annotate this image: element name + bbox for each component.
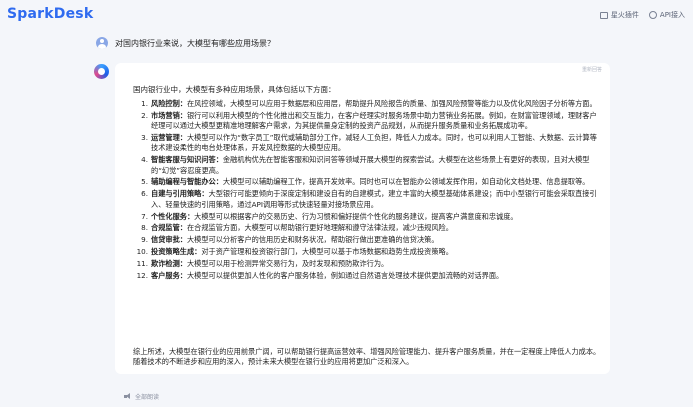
list-item: 4. 智能客服与知识问答：金融机构优先在智能客服和知识问答等领域开展大模型的探索尝… <box>133 155 601 176</box>
answer-intro: 国内银行业中，大模型有多种应用场景，具体包括以下方面： <box>133 85 336 94</box>
list-item: 2. 市场营销：银行可以利用大模型的个性化推出和交互能力，在客户经理实时服务场景中… <box>133 111 601 132</box>
item-title: 风险控制： <box>151 99 187 108</box>
item-text: 大模型可以分析客户的信用历史和财务状况，帮助银行做出更准确的信贷决策。 <box>186 235 439 245</box>
item-number: 11. <box>136 259 148 269</box>
api-icon <box>648 11 657 19</box>
item-text: 银行可以利用大模型的个性化推出和交互能力，在客户经理实时服务场景中助力营销业务拓… <box>151 110 597 131</box>
item-text: 大模型可以辅助编程工作，提高开发效率。同时也可以在智能办公领域发挥作用，如自动化… <box>222 177 590 187</box>
list-item: 7. 个性化服务：大模型可以根据客户的交易历史、行为习惯和偏好提供个性化的服务建议… <box>133 212 601 222</box>
item-title: 欺诈检测： <box>151 259 187 269</box>
list-item: 3. 运营管理：大模型可以作为“数字员工”取代或辅助部分工作，减轻人工负担，降低人… <box>133 133 601 154</box>
list-item: 11. 欺诈检测：大模型可以用于检测异常交易行为，及时发现和预防欺诈行为。 <box>133 259 601 269</box>
item-number: 12. <box>136 270 148 280</box>
api-button[interactable]: API接入 <box>648 10 685 20</box>
item-title: 辅助编程与智能办公： <box>151 177 223 187</box>
list-item: 5. 辅助编程与智能办公：大模型可以辅助编程工作，提高开发效率。同时也可以在智能办… <box>133 177 601 187</box>
item-number: 5. <box>141 177 148 187</box>
item-title: 个性化服务： <box>151 211 195 221</box>
item-text: 在合规监管方面，大模型可以帮助银行更好地理解和遵守法律法规，减少违规风险。 <box>186 223 453 233</box>
item-text: 对于资产管理和投资银行部门，大模型可以基于市场数据和趋势生成投资策略。 <box>201 247 453 257</box>
list-item: 6. 自建与引用策略：大型银行可能更倾向于深度定制和建设自有的自建模式，建立丰富的… <box>133 189 601 210</box>
item-title: 信贷审批： <box>151 235 187 245</box>
item-title: 投资策略生成： <box>151 247 202 257</box>
list-item: 1. 风险控制：在风控领域，大模型可以应用于数据层和应用层，帮助提升风险报告的质量… <box>133 99 601 109</box>
top-bar: SparkDesk 星火插件 API接入 <box>0 0 693 30</box>
item-title: 智能客服与知识问答： <box>151 155 223 165</box>
assistant-avatar-icon <box>94 64 109 79</box>
item-number: 1. <box>141 99 148 108</box>
answer-summary: 综上所述，大模型在银行业的应用前景广阔，可以帮助银行提高运营效率、增强风险管理能… <box>133 347 601 367</box>
item-title: 自建与引用策略： <box>151 189 209 199</box>
item-title: 市场营销： <box>151 110 187 120</box>
list-item: 9. 信贷审批：大模型可以分析客户的信用历史和财务状况，帮助银行做出更准确的信贷决… <box>133 235 601 245</box>
item-number: 8. <box>141 223 148 233</box>
read-aloud-button[interactable]: 全部朗读 <box>124 392 159 401</box>
read-aloud-label: 全部朗读 <box>135 394 160 401</box>
plugin-icon <box>599 11 608 19</box>
plugin-label: 星火插件 <box>610 11 639 19</box>
list-item: 8. 合规监管：在合规监管方面，大模型可以帮助银行更好地理解和遵守法律法规，减少违… <box>133 223 601 233</box>
item-text: 大模型可以作为“数字员工”取代或辅助部分工作，减轻人工负担，降低人力成本。同时，… <box>151 133 597 153</box>
item-number: 10. <box>136 247 148 257</box>
list-item: 12. 客户服务：大模型可以提供更加人性化的客户服务体验，例如通过自然语言处理技术… <box>133 271 601 281</box>
answer-list: 1. 风险控制：在风控领域，大模型可以应用于数据层和应用层，帮助提升风险报告的质量… <box>133 99 601 283</box>
item-text: 在风控领域，大模型可以应用于数据层和应用层，帮助提升风险报告的质量、加强风险预警… <box>186 99 597 108</box>
item-number: 6. <box>141 189 148 199</box>
speaker-icon <box>124 393 132 400</box>
list-item: 10. 投资策略生成：对于资产管理和投资银行部门，大模型可以基于市场数据和趋势生成… <box>133 247 601 257</box>
item-text: 大模型可以用于检测异常交易行为，及时发现和预防欺诈行为。 <box>186 259 389 269</box>
item-title: 合规监管： <box>151 223 187 233</box>
item-title: 运营管理： <box>151 133 187 143</box>
item-text: 大型银行可能更倾向于深度定制和建设自有的自建模式，建立丰富的大模型基础体系建设；… <box>151 189 597 209</box>
item-number: 3. <box>141 133 148 143</box>
user-avatar-icon <box>96 37 108 49</box>
plugin-button[interactable]: 星火插件 <box>599 10 639 20</box>
item-number: 7. <box>141 211 148 221</box>
api-label: API接入 <box>659 11 685 19</box>
top-actions: 星火插件 API接入 <box>599 10 685 20</box>
app-logo[interactable]: SparkDesk <box>7 6 93 22</box>
item-title: 客户服务： <box>151 270 187 280</box>
item-number: 4. <box>141 155 148 165</box>
item-text: 大模型可以根据客户的交易历史、行为习惯和偏好提供个性化的服务建议，提高客户满意度… <box>194 211 518 221</box>
item-number: 9. <box>141 235 148 245</box>
regenerate-label[interactable]: 重新回答 <box>582 66 602 73</box>
answer-card: 重新回答 国内银行业中，大模型有多种应用场景，具体包括以下方面： 1. 风险控制：… <box>115 63 610 374</box>
item-text: 大模型可以提供更加人性化的客户服务体验，例如通过自然语言处理技术提供更加流畅的对… <box>186 270 504 280</box>
item-number: 2. <box>141 110 148 120</box>
question-row: 对国内银行业来说，大模型有哪些应用场景？ <box>96 37 275 49</box>
question-text: 对国内银行业来说，大模型有哪些应用场景？ <box>115 38 275 48</box>
